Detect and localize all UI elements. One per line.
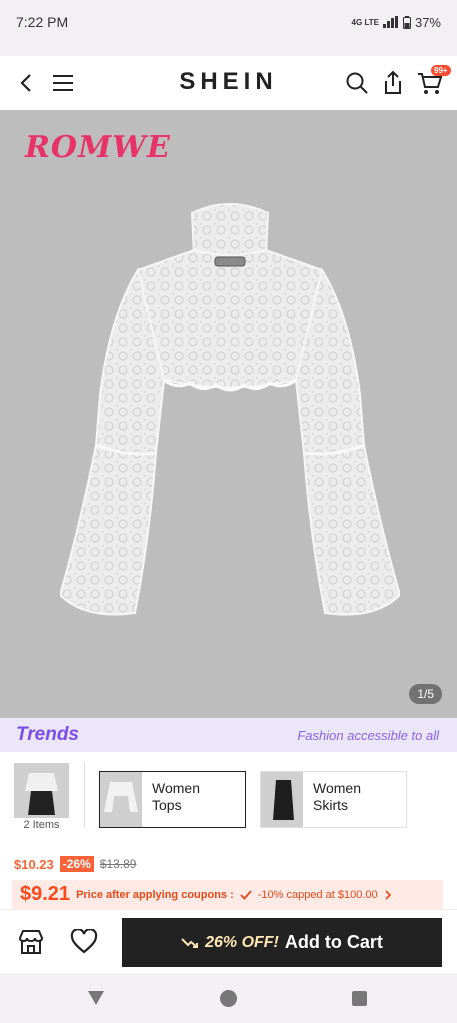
bottom-action-bar: 26% OFF! Add to Cart	[0, 909, 457, 973]
outfit-items-count: 2 Items	[23, 819, 60, 831]
discount-off-label: 26% OFF!	[205, 933, 279, 951]
store-icon[interactable]	[17, 929, 45, 955]
category-label-line2: Tops	[152, 797, 182, 813]
heart-icon[interactable]	[70, 929, 98, 955]
header-spacer	[0, 44, 457, 56]
coupon-price: $9.21	[20, 883, 71, 905]
skirt-thumbnail-image	[261, 772, 303, 827]
search-icon[interactable]	[344, 70, 370, 96]
recents-square-icon[interactable]	[352, 991, 367, 1006]
category-card-women-skirts[interactable]: Women Skirts	[260, 771, 407, 828]
battery-percent: 37%	[414, 14, 441, 30]
chevron-right-icon	[385, 889, 391, 900]
trends-tagline: Fashion accessible to all	[297, 727, 439, 743]
cart-count-badge: 99+	[431, 65, 451, 76]
status-time: 7:22 PM	[16, 14, 69, 30]
category-label-line2: Skirts	[313, 797, 348, 813]
original-price: $13.89	[99, 857, 137, 871]
category-label-line1: Women	[152, 780, 200, 796]
add-to-cart-label: Add to Cart	[284, 932, 383, 952]
trends-banner[interactable]: Trends Fashion accessible to all	[0, 718, 457, 752]
divider	[84, 762, 85, 828]
status-bar: 7:22 PM 4G LTE 37%	[0, 0, 457, 44]
system-navigation-bar	[0, 973, 457, 1023]
category-label: Women Tops	[142, 772, 210, 827]
battery-icon	[402, 15, 411, 29]
trends-logo: Trends	[16, 724, 80, 745]
status-indicators: 4G LTE 37%	[352, 15, 441, 30]
category-label-line1: Women	[313, 780, 361, 796]
outfit-section: 2 Items Women Tops Women Skirts	[0, 752, 457, 844]
discount-badge: -26%	[59, 856, 94, 872]
category-thumbnail	[100, 772, 142, 827]
share-icon[interactable]	[380, 69, 406, 97]
romwe-brand-logo: ROMWE	[25, 130, 171, 165]
top-nav: SHEIN	[0, 56, 457, 110]
price-row: $10.23 -26% $13.89	[14, 852, 454, 876]
category-thumbnail	[261, 772, 303, 827]
outfit-thumbnail[interactable]	[14, 763, 69, 818]
coupon-price-banner[interactable]: $9.21 Price after applying coupons : -10…	[12, 880, 443, 909]
check-icon	[240, 889, 252, 900]
outfit-thumbnail-image	[14, 763, 69, 818]
signal-icon	[382, 16, 398, 28]
category-label: Women Skirts	[303, 772, 371, 827]
network-label: 4G LTE	[351, 17, 379, 27]
current-price: $10.23	[14, 856, 54, 872]
trend-down-icon	[181, 937, 199, 948]
home-circle-icon[interactable]	[220, 990, 237, 1007]
back-triangle-icon[interactable]	[87, 990, 105, 1006]
lace-top-product-image	[60, 203, 400, 616]
image-pager-indicator: 1/5	[409, 684, 442, 704]
coupon-detail: -10% capped at $100.00	[257, 888, 378, 901]
coupon-label: Price after applying coupons :	[76, 888, 234, 901]
add-to-cart-button[interactable]: 26% OFF! Add to Cart	[122, 918, 442, 967]
category-card-women-tops[interactable]: Women Tops	[99, 771, 246, 828]
product-image-gallery[interactable]: ROMWE 1/5	[0, 110, 457, 718]
top-thumbnail-image	[100, 772, 142, 827]
